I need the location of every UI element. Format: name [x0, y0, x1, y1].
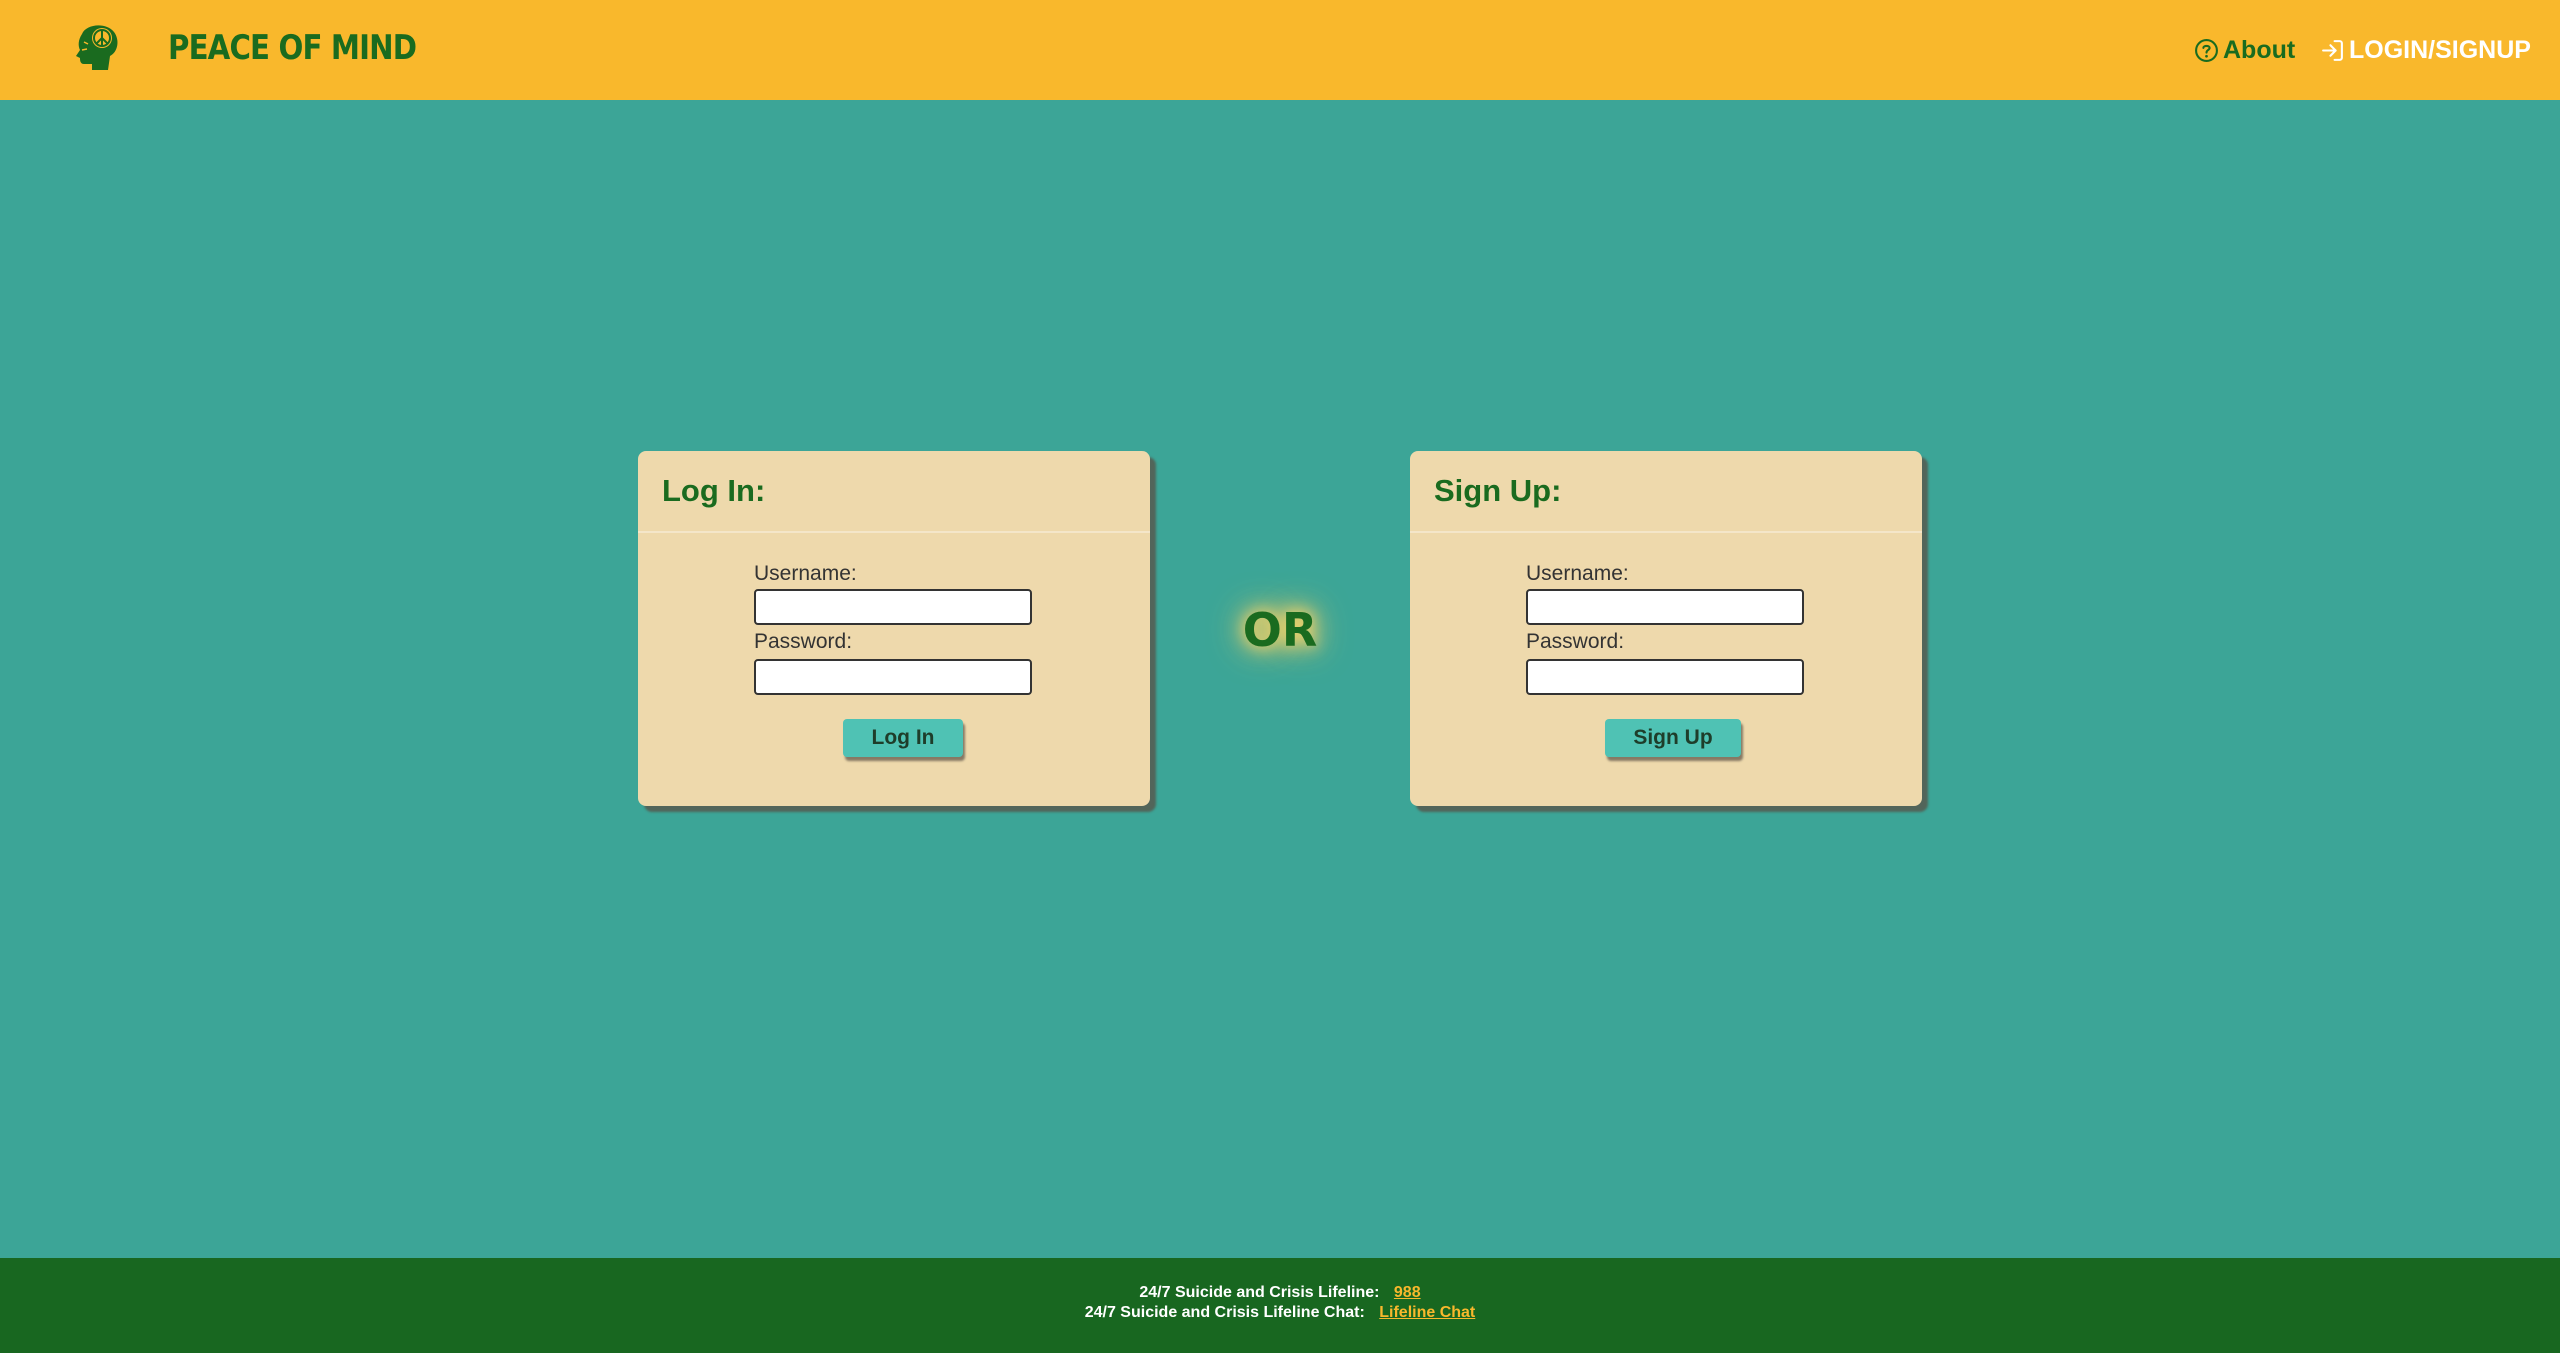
signup-card: Sign Up: Username: Password: Sign Up: [1410, 451, 1922, 806]
login-password-label: Password:: [754, 630, 853, 653]
footer-lifeline-label: 24/7 Suicide and Crisis Lifeline:: [1139, 1284, 1380, 1301]
login-card: Log In: Username: Password: Log In: [638, 451, 1150, 806]
footer-chat-link[interactable]: Lifeline Chat: [1379, 1304, 1475, 1321]
signup-username-input[interactable]: [1526, 589, 1804, 625]
signup-card-header: Sign Up:: [1410, 451, 1922, 533]
signup-card-title: Sign Up:: [1434, 473, 1562, 508]
nav-login-signup-link[interactable]: LOGIN/SIGNUP: [2320, 30, 2531, 70]
or-divider: OR: [1242, 603, 1318, 657]
login-username-input[interactable]: [754, 589, 1032, 625]
login-password-input[interactable]: [754, 659, 1032, 695]
signup-username-label: Username:: [1526, 562, 1629, 585]
login-card-header: Log In:: [638, 451, 1150, 533]
footer-chat-label: 24/7 Suicide and Crisis Lifeline Chat:: [1084, 1304, 1365, 1321]
footer-bar: 24/7 Suicide and Crisis Lifeline: 988 24…: [0, 1258, 2560, 1353]
login-arrow-icon: [2322, 39, 2343, 61]
footer-chat-line: 24/7 Suicide and Crisis Lifeline Chat: L…: [0, 1304, 2560, 1322]
header-bar: PEACE OF MIND About LOGIN/SIGNUP: [0, 0, 2560, 100]
nav-about-label: About: [2223, 35, 2296, 64]
head-with-peace-sign-icon[interactable]: [68, 20, 124, 76]
footer-lifeline-line: 24/7 Suicide and Crisis Lifeline: 988: [0, 1284, 2560, 1302]
signup-password-label: Password:: [1526, 630, 1625, 653]
login-card-title: Log In:: [662, 473, 766, 508]
signup-button[interactable]: Sign Up: [1605, 719, 1741, 757]
question-circle-icon: [2195, 38, 2218, 62]
login-username-label: Username:: [754, 562, 857, 585]
footer-lifeline-number-link[interactable]: 988: [1394, 1284, 1421, 1301]
nav-about-link[interactable]: About: [2194, 30, 2295, 70]
brand-title[interactable]: PEACE OF MIND: [168, 24, 417, 72]
signup-password-input[interactable]: [1526, 659, 1804, 695]
nav-login-signup-label: LOGIN/SIGNUP: [2349, 35, 2531, 64]
login-button[interactable]: Log In: [843, 719, 963, 757]
